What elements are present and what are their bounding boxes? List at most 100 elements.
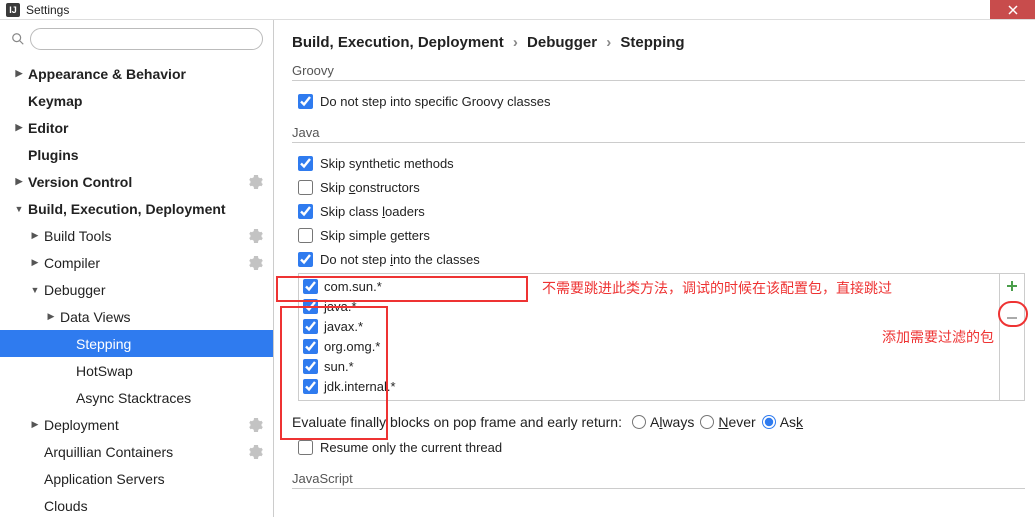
annotation-text-2: 添加需要过滤的包 bbox=[882, 327, 994, 347]
sidebar-item[interactable]: ▶ Deployment bbox=[0, 411, 273, 438]
groovy-dont-step-checkbox[interactable] bbox=[298, 94, 313, 109]
class-pattern-label: org.omg.* bbox=[324, 339, 380, 354]
skip-getters-checkbox[interactable] bbox=[298, 228, 313, 243]
add-pattern-button[interactable] bbox=[1000, 274, 1024, 298]
sidebar-item[interactable]: Clouds bbox=[0, 492, 273, 519]
class-pattern-label: com.sun.* bbox=[324, 279, 382, 294]
breadcrumb-sep: › bbox=[513, 34, 518, 51]
window-close-button[interactable] bbox=[990, 0, 1035, 19]
chevron-right-icon: ▶ bbox=[14, 176, 24, 187]
sidebar-item[interactable]: Stepping bbox=[0, 330, 273, 357]
chevron-right-icon: ▶ bbox=[30, 230, 40, 241]
title-bar: IJ Settings bbox=[0, 0, 1035, 20]
skip-getters-label: Skip simple getters bbox=[320, 228, 430, 243]
settings-sidebar: ▶Appearance & Behavior Keymap ▶ Editor Plugi… bbox=[0, 20, 274, 517]
sidebar-item[interactable]: ▶Data Views bbox=[0, 303, 273, 330]
class-pattern-checkbox[interactable] bbox=[303, 279, 318, 294]
class-pattern-label: javax.* bbox=[324, 319, 363, 334]
sidebar-item[interactable]: Plugins bbox=[0, 141, 273, 168]
chevron-right-icon: ▶ bbox=[14, 68, 24, 79]
resume-current-thread-label: Resume only the current thread bbox=[320, 440, 502, 455]
section-java: Java bbox=[292, 125, 1025, 143]
sidebar-item[interactable]: ▶ Editor bbox=[0, 114, 273, 141]
class-pattern-label: sun.* bbox=[324, 359, 354, 374]
sidebar-item-label: Version Control bbox=[28, 174, 132, 190]
skip-synthetic-label: Skip synthetic methods bbox=[320, 156, 454, 171]
gear-icon bbox=[249, 445, 263, 459]
app-icon: IJ bbox=[6, 3, 20, 17]
sidebar-item-label: Async Stacktraces bbox=[76, 390, 191, 406]
class-pattern-row[interactable]: sun.* bbox=[303, 356, 995, 376]
sidebar-item[interactable]: ▶Appearance & Behavior bbox=[0, 60, 273, 87]
plus-icon bbox=[1005, 279, 1019, 293]
class-pattern-checkbox[interactable] bbox=[303, 359, 318, 374]
gear-icon bbox=[249, 229, 263, 243]
sidebar-item[interactable]: Arquillian Containers bbox=[0, 438, 273, 465]
sidebar-item[interactable]: Application Servers bbox=[0, 465, 273, 492]
gear-icon bbox=[249, 418, 263, 432]
class-pattern-row[interactable]: jdk.internal.* bbox=[303, 376, 995, 396]
minus-icon bbox=[1005, 311, 1019, 325]
radio-ask[interactable]: Ask bbox=[762, 414, 803, 430]
remove-pattern-button[interactable] bbox=[1000, 306, 1024, 330]
sidebar-item[interactable]: ▼ Build, Execution, Deployment bbox=[0, 195, 273, 222]
sidebar-item-label: Deployment bbox=[44, 417, 119, 433]
chevron-down-icon: ▼ bbox=[14, 204, 24, 214]
chevron-down-icon: ▼ bbox=[30, 285, 40, 295]
window-title: Settings bbox=[26, 3, 69, 17]
sidebar-item-label: Compiler bbox=[44, 255, 100, 271]
sidebar-item-label: Editor bbox=[28, 120, 68, 136]
gear-icon bbox=[249, 175, 263, 189]
breadcrumb-sep: › bbox=[606, 34, 611, 51]
sidebar-item-label: Clouds bbox=[44, 498, 88, 514]
radio-never[interactable]: Never bbox=[700, 414, 755, 430]
sidebar-item[interactable]: ▶ Compiler bbox=[0, 249, 273, 276]
skip-constructors-checkbox[interactable] bbox=[298, 180, 313, 195]
class-pattern-label: jdk.internal.* bbox=[324, 379, 396, 394]
radio-always[interactable]: Always bbox=[632, 414, 694, 430]
skip-constructors-label: Skip constructors bbox=[320, 180, 420, 195]
sidebar-item-label: Build Tools bbox=[44, 228, 111, 244]
sidebar-item-label: Arquillian Containers bbox=[44, 444, 173, 460]
sidebar-item-label: Build, Execution, Deployment bbox=[28, 201, 226, 217]
sidebar-item-label: Plugins bbox=[28, 147, 79, 163]
section-javascript: JavaScript bbox=[292, 471, 1025, 489]
dont-step-classes-checkbox[interactable] bbox=[298, 252, 313, 267]
chevron-right-icon: ▶ bbox=[30, 257, 40, 268]
dont-step-classes-label: Do not step into the classes bbox=[320, 252, 480, 267]
chevron-right-icon: ▶ bbox=[30, 419, 40, 430]
annotation-text-1: 不需要跳进此类方法，调试的时候在该配置包，直接跳过 bbox=[542, 278, 892, 298]
sidebar-item[interactable]: ▶ Build Tools bbox=[0, 222, 273, 249]
sidebar-item-label: Application Servers bbox=[44, 471, 165, 487]
class-pattern-checkbox[interactable] bbox=[303, 379, 318, 394]
skip-synthetic-checkbox[interactable] bbox=[298, 156, 313, 171]
class-pattern-label: java.* bbox=[324, 299, 357, 314]
sidebar-item-label: Stepping bbox=[76, 336, 131, 352]
class-pattern-row[interactable]: java.* bbox=[303, 296, 995, 316]
sidebar-item[interactable]: ▼Debugger bbox=[0, 276, 273, 303]
search-input[interactable] bbox=[30, 28, 263, 50]
section-groovy: Groovy bbox=[292, 63, 1025, 81]
breadcrumb-c: Stepping bbox=[620, 34, 684, 51]
skip-classloaders-checkbox[interactable] bbox=[298, 204, 313, 219]
sidebar-item[interactable]: Async Stacktraces bbox=[0, 384, 273, 411]
search-icon bbox=[10, 31, 26, 47]
sidebar-item[interactable]: ▶ Version Control bbox=[0, 168, 273, 195]
class-pattern-checkbox[interactable] bbox=[303, 319, 318, 334]
close-icon bbox=[1008, 5, 1018, 15]
settings-tree[interactable]: ▶Appearance & Behavior Keymap ▶ Editor Plugi… bbox=[0, 60, 273, 519]
class-pattern-checkbox[interactable] bbox=[303, 339, 318, 354]
class-pattern-checkbox[interactable] bbox=[303, 299, 318, 314]
groovy-dont-step-label: Do not step into specific Groovy classes bbox=[320, 94, 551, 109]
gear-icon bbox=[249, 256, 263, 270]
chevron-right-icon: ▶ bbox=[14, 122, 24, 133]
breadcrumb: Build, Execution, Deployment › Debugger … bbox=[292, 34, 1025, 51]
sidebar-item[interactable]: HotSwap bbox=[0, 357, 273, 384]
breadcrumb-b: Debugger bbox=[527, 34, 597, 51]
chevron-right-icon: ▶ bbox=[46, 311, 56, 322]
resume-current-thread-checkbox[interactable] bbox=[298, 440, 313, 455]
evaluate-finally-row: Evaluate finally blocks on pop frame and… bbox=[292, 409, 1025, 435]
sidebar-item-label: Keymap bbox=[28, 93, 82, 109]
evaluate-finally-label: Evaluate finally blocks on pop frame and… bbox=[292, 414, 622, 430]
sidebar-item[interactable]: Keymap bbox=[0, 87, 273, 114]
